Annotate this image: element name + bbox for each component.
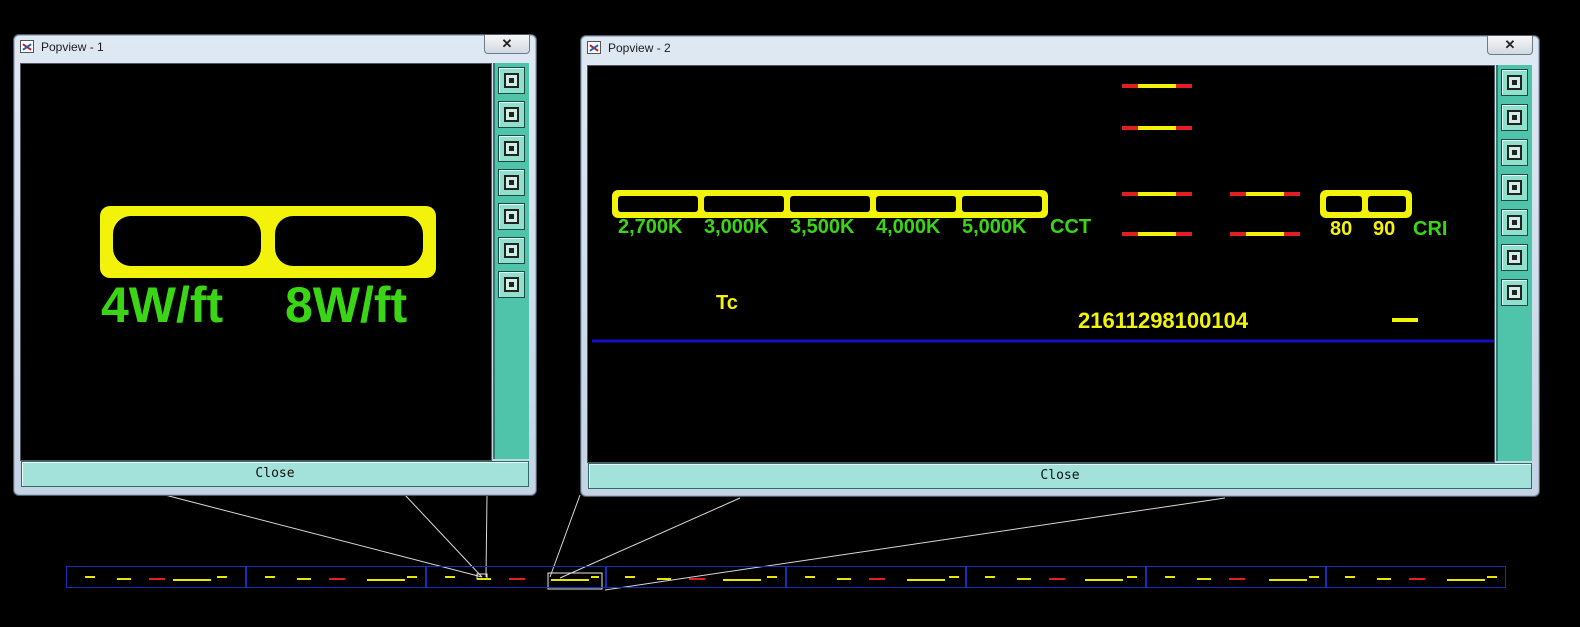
zoom-down-button[interactable] (1501, 139, 1528, 166)
cct-value-3000: 3,000K (704, 216, 769, 238)
cct-value-5000: 5,000K (962, 216, 1027, 238)
zoom-down-button[interactable] (498, 135, 525, 162)
cri-label: CRI (1413, 218, 1448, 240)
wattage-4w-label: 4W/ft (101, 277, 224, 333)
close-button[interactable]: Close (588, 463, 1532, 489)
window-title: Popview - 1 (41, 40, 104, 54)
wattage-8w-label: 8W/ft (285, 277, 408, 333)
zoom-down-icon (1507, 145, 1522, 160)
drawing-viewport[interactable]: 2,700K 3,000K 3,500K 4,000K 5,000K CCT 8… (587, 65, 1495, 463)
drawing-viewport[interactable]: 4W/ft 8W/ft (20, 63, 492, 461)
zoom-fit-button[interactable] (1501, 279, 1528, 306)
app-icon (587, 41, 601, 54)
zoom-up-button[interactable] (498, 101, 525, 128)
cct-value-4000: 4,000K (876, 216, 941, 238)
popview-1-window: Popview - 1 ✕ 4W/ft 8W/ft Close (13, 34, 537, 496)
zoom-extents-button[interactable] (498, 237, 525, 264)
thumbnail-sheet-2[interactable] (246, 566, 426, 588)
view-toolbar (1496, 65, 1532, 461)
thumbnail-sheet-5[interactable] (786, 566, 966, 588)
segment-marks (1122, 84, 1300, 236)
pan-left-icon (504, 175, 519, 190)
thumbnail-sheet-8[interactable] (1326, 566, 1506, 588)
zoom-up-icon (504, 107, 519, 122)
part-number: 21611298100104 (1078, 308, 1249, 333)
thumbnail-sheet-4[interactable] (606, 566, 786, 588)
cri-value-80: 80 (1330, 218, 1353, 240)
cri-value-90: 90 (1373, 218, 1396, 240)
thumbnail-sheet-1[interactable] (66, 566, 246, 588)
zoom-down-icon (504, 141, 519, 156)
pan-left-button[interactable] (1501, 174, 1528, 201)
zoom-fit-icon (1507, 285, 1522, 300)
zoom-extents-icon (504, 243, 519, 258)
window-close-button[interactable]: ✕ (484, 35, 530, 54)
zoom-fit-icon (504, 277, 519, 292)
zoom-fit-button[interactable] (498, 271, 525, 298)
popview-2-titlebar[interactable]: Popview - 2 ✕ (581, 36, 1539, 60)
view-toolbar (493, 63, 529, 459)
zoom-extents-icon (1507, 250, 1522, 265)
pan-right-button[interactable] (1501, 209, 1528, 236)
zoom-window-icon (1507, 75, 1522, 90)
cct-label: CCT (1050, 216, 1092, 238)
ordering-code-graphic (592, 84, 1494, 343)
pan-right-button[interactable] (498, 203, 525, 230)
cct-value-2700: 2,700K (618, 216, 683, 238)
pan-left-icon (1507, 180, 1522, 195)
window-title: Popview - 2 (608, 41, 671, 55)
app-icon (20, 40, 34, 53)
pan-left-button[interactable] (498, 169, 525, 196)
window-close-button[interactable]: ✕ (1487, 36, 1533, 55)
zoom-window-button[interactable] (1501, 69, 1528, 96)
thumbnail-sheet-6[interactable] (966, 566, 1146, 588)
zoom-up-icon (1507, 110, 1522, 125)
zoom-extents-button[interactable] (1501, 244, 1528, 271)
zoom-window-icon (504, 73, 519, 88)
wattage-selector-graphic (100, 206, 436, 278)
thumbnail-sheet-3[interactable] (426, 566, 606, 588)
zoom-window-button[interactable] (498, 67, 525, 94)
thumbnail-sheet-7[interactable] (1146, 566, 1326, 588)
popview-1-titlebar[interactable]: Popview - 1 ✕ (14, 35, 536, 59)
cct-value-3500: 3,500K (790, 216, 855, 238)
tc-label: Tc (716, 292, 738, 314)
zoom-up-button[interactable] (1501, 104, 1528, 131)
close-button[interactable]: Close (21, 461, 529, 487)
pan-right-icon (504, 209, 519, 224)
pan-right-icon (1507, 215, 1522, 230)
popview-2-window: Popview - 2 ✕ 2,700K 3,000K 3,500K 4,000… (580, 35, 1540, 497)
